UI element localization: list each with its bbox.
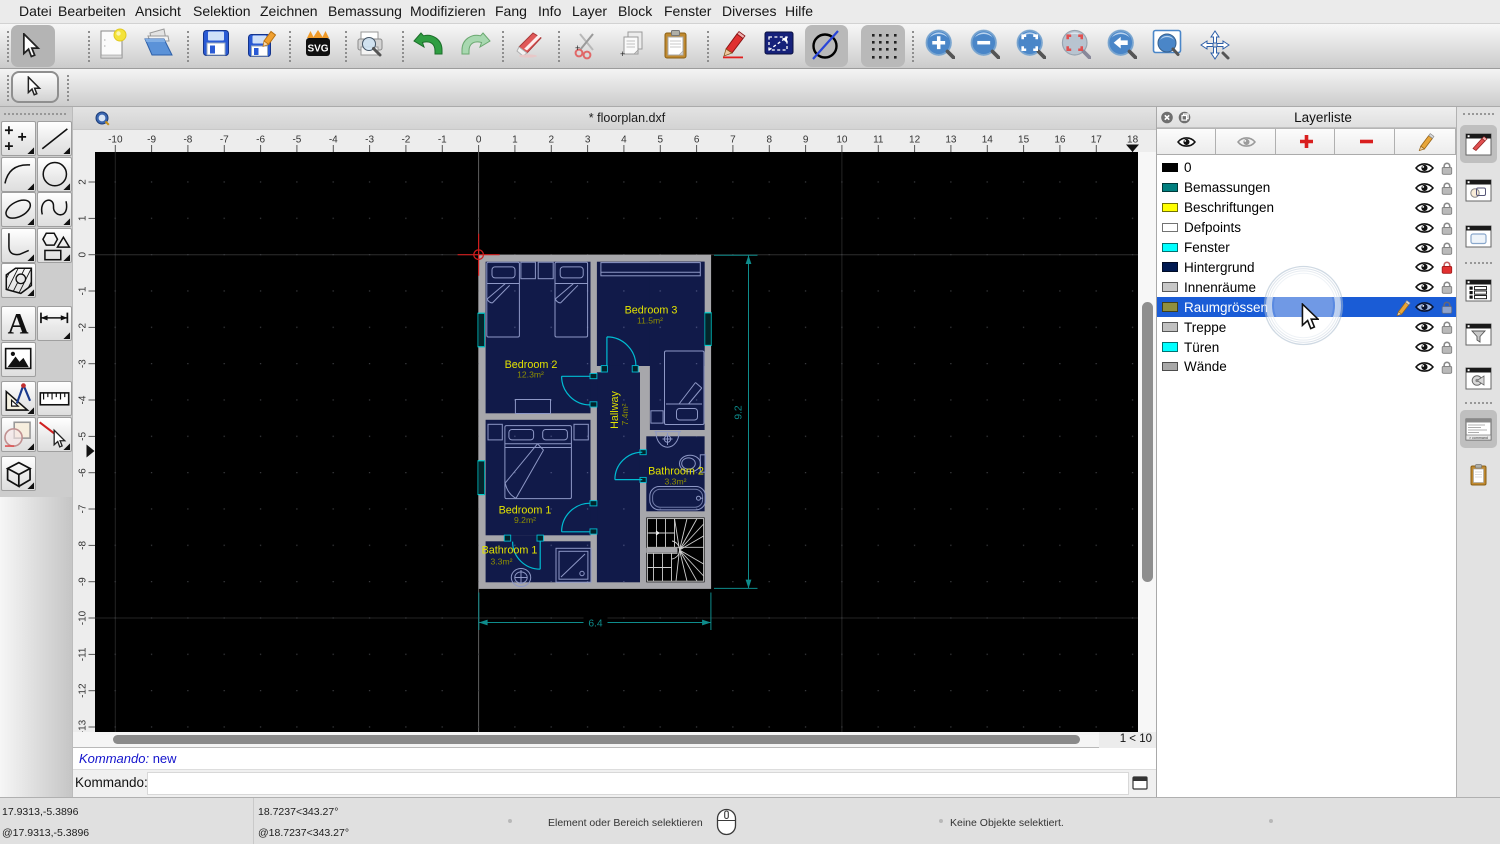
svg-text:-11: -11 [78,647,89,661]
svg-text:+: + [620,49,625,59]
svg-text:-9: -9 [147,135,156,146]
svg-text:12: 12 [909,135,921,146]
svg-text:7: 7 [730,135,736,146]
svg-text:-1: -1 [438,135,447,146]
svg-text:18: 18 [1127,135,1139,146]
svg-text:+: + [575,43,580,53]
svg-text:8: 8 [767,135,773,146]
svg-text:5: 5 [658,135,664,146]
svg-text:6: 6 [694,135,700,146]
svg-text:3.3m²: 3.3m² [491,557,513,567]
svg-text:-3: -3 [78,359,89,368]
svg-text:3: 3 [585,135,591,146]
svg-text:15: 15 [1018,135,1030,146]
svg-text:-6: -6 [256,135,265,146]
svg-text:0: 0 [78,251,89,257]
svg-text:16: 16 [1054,135,1066,146]
svg-text:-6: -6 [78,468,89,477]
svg-text:Bathroom 1: Bathroom 1 [482,545,538,557]
svg-text:-2: -2 [78,323,89,332]
svg-text:-12: -12 [78,683,89,698]
svg-text:-13: -13 [78,719,89,732]
svg-text:-7: -7 [78,504,89,513]
svg-text:7.4m²: 7.4m² [620,403,630,425]
svg-text:A: A [8,309,29,341]
svg-text:-4: -4 [78,395,89,404]
svg-text:3.3m²: 3.3m² [665,476,687,486]
svg-text:-4: -4 [329,135,338,146]
svg-text:6.4: 6.4 [588,618,603,629]
svg-text:12.3m²: 12.3m² [517,370,544,380]
svg-text:-8: -8 [183,135,192,146]
svg-text:14: 14 [982,135,994,146]
svg-text:-8: -8 [78,541,89,550]
svg-text:17: 17 [1091,135,1103,146]
svg-text:-5: -5 [292,135,301,146]
svg-text:-10: -10 [108,135,123,146]
svg-text:11: 11 [873,135,884,146]
svg-text:> command: > command [1469,436,1488,440]
svg-text:-1: -1 [78,286,89,295]
svg-text:-2: -2 [401,135,410,146]
svg-text:2: 2 [78,179,89,185]
svg-text:11.5m²: 11.5m² [637,315,663,325]
svg-text:-3: -3 [365,135,374,146]
svg-text:1: 1 [78,215,89,221]
svg-text:9: 9 [803,135,809,146]
svg-text:-7: -7 [220,135,229,146]
svg-text:-10: -10 [78,610,89,625]
svg-text:1: 1 [512,135,518,146]
svg-text:0: 0 [476,135,482,146]
svg-text:9.2: 9.2 [734,405,745,420]
svg-text:13: 13 [945,135,957,146]
svg-text:-9: -9 [78,577,89,586]
svg-text:SVG: SVG [307,44,328,55]
svg-text:4: 4 [621,135,627,146]
svg-text:9.2m²: 9.2m² [514,515,536,525]
svg-text:-5: -5 [78,432,89,441]
svg-text:2: 2 [549,135,555,146]
svg-text:10: 10 [836,135,848,146]
